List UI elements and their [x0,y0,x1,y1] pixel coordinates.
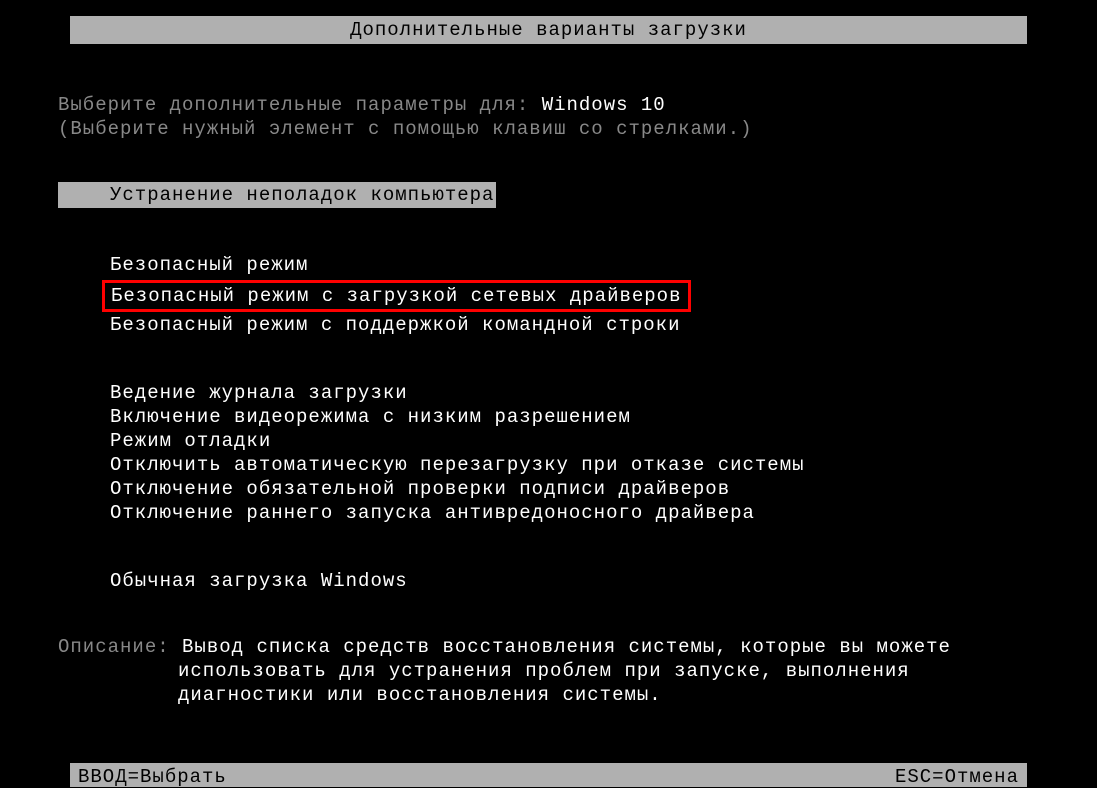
menu-item-safe-mode-networking[interactable]: Безопасный режим с загрузкой сетевых дра… [102,280,691,312]
prompt-prefix: Выберите дополнительные параметры для: [58,94,542,116]
prompt-line-2: (Выберите нужный элемент с помощью клави… [58,118,1039,140]
header-title: Дополнительные варианты загрузки [350,19,747,41]
description-line-1: Описание: Вывод списка средств восстанов… [58,636,1039,658]
menu-item-normal-boot[interactable]: Обычная загрузка Windows [110,570,1039,592]
menu-item-boot-logging[interactable]: Ведение журнала загрузки [110,382,1039,404]
menu-item-low-res-video[interactable]: Включение видеорежима с низким разрешени… [110,406,1039,428]
header-title-bar: Дополнительные варианты загрузки [70,16,1027,44]
prompt-line-1: Выберите дополнительные параметры для: W… [58,94,1039,116]
menu-item-repair-label: Устранение неполадок компьютера [58,184,496,206]
menu-group-safe-mode: Безопасный режим Безопасный режим с загр… [58,254,1039,336]
footer-bar: ВВОД=Выбрать ESC=Отмена [70,763,1027,787]
menu-item-disable-antimalware[interactable]: Отключение раннего запуска антивредоносн… [110,502,1039,524]
description-text-3: диагностики или восстановления системы. [58,684,1039,706]
description-text-1: Вывод списка средств восстановления сист… [182,636,951,658]
footer-enter-hint: ВВОД=Выбрать [78,766,227,787]
main-content: Выберите дополнительные параметры для: W… [0,94,1097,706]
description-label: Описание: [58,636,182,658]
menu-item-safe-mode-cmd[interactable]: Безопасный режим с поддержкой командной … [110,314,1039,336]
menu-item-debug-mode[interactable]: Режим отладки [110,430,1039,452]
menu-group-normal: Обычная загрузка Windows [58,570,1039,592]
description-block: Описание: Вывод списка средств восстанов… [58,636,1039,706]
os-name: Windows 10 [542,94,666,116]
menu-item-safe-mode[interactable]: Безопасный режим [110,254,1039,276]
menu-item-disable-auto-restart[interactable]: Отключить автоматическую перезагрузку пр… [110,454,1039,476]
description-text-2: использовать для устранения проблем при … [58,660,1039,682]
menu-group-advanced: Ведение журнала загрузки Включение видео… [58,382,1039,524]
menu-item-repair[interactable]: Устранение неполадок компьютера [58,182,496,208]
menu-item-disable-driver-sig[interactable]: Отключение обязательной проверки подписи… [110,478,1039,500]
footer-esc-hint: ESC=Отмена [895,766,1019,787]
